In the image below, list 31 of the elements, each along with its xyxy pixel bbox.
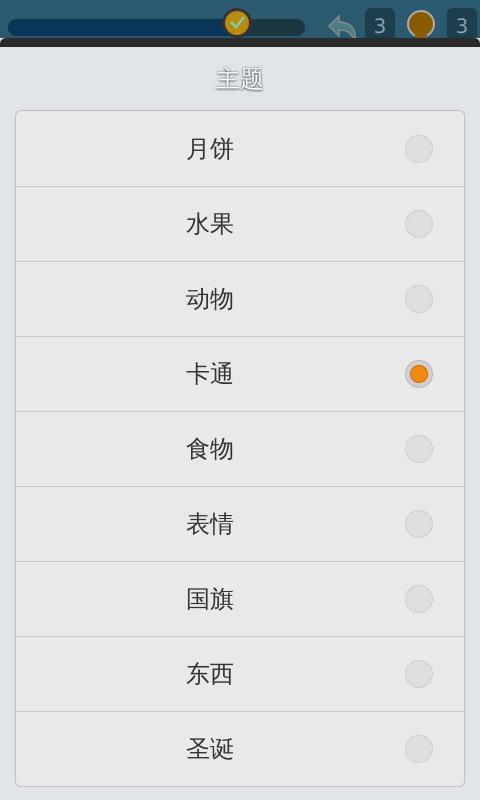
theme-option[interactable]: 表情: [16, 486, 464, 561]
option-label: 国旗: [186, 584, 234, 615]
radio-button[interactable]: [405, 134, 433, 162]
option-label: 水果: [186, 209, 234, 240]
theme-option[interactable]: 卡通: [16, 336, 464, 411]
theme-option[interactable]: 动物: [16, 261, 464, 336]
option-label: 动物: [186, 284, 234, 315]
option-label: 卡通: [186, 359, 234, 390]
radio-button[interactable]: [405, 210, 433, 238]
theme-option[interactable]: 水果: [16, 186, 464, 261]
radio-button[interactable]: [405, 360, 433, 388]
option-label: 圣诞: [186, 734, 234, 765]
radio-button[interactable]: [405, 585, 433, 613]
radio-button[interactable]: [405, 660, 433, 688]
option-label: 表情: [186, 509, 234, 540]
radio-button[interactable]: [405, 735, 433, 763]
option-label: 东西: [186, 659, 234, 690]
radio-button[interactable]: [405, 435, 433, 463]
option-label: 月饼: [186, 134, 234, 164]
theme-option[interactable]: 圣诞: [16, 711, 464, 786]
dialog-title: 主题: [214, 64, 265, 94]
radio-button[interactable]: [405, 285, 433, 313]
radio-button[interactable]: [405, 510, 433, 538]
option-label: 食物: [186, 434, 234, 465]
undo-count: 3: [365, 8, 395, 38]
theme-option[interactable]: 东西: [16, 636, 464, 711]
hint-count: 3: [447, 8, 477, 38]
theme-option[interactable]: 食物: [16, 411, 464, 486]
lightbulb-icon[interactable]: [405, 10, 437, 38]
theme-option[interactable]: 国旗: [16, 561, 464, 636]
theme-option[interactable]: 月饼: [16, 111, 464, 186]
